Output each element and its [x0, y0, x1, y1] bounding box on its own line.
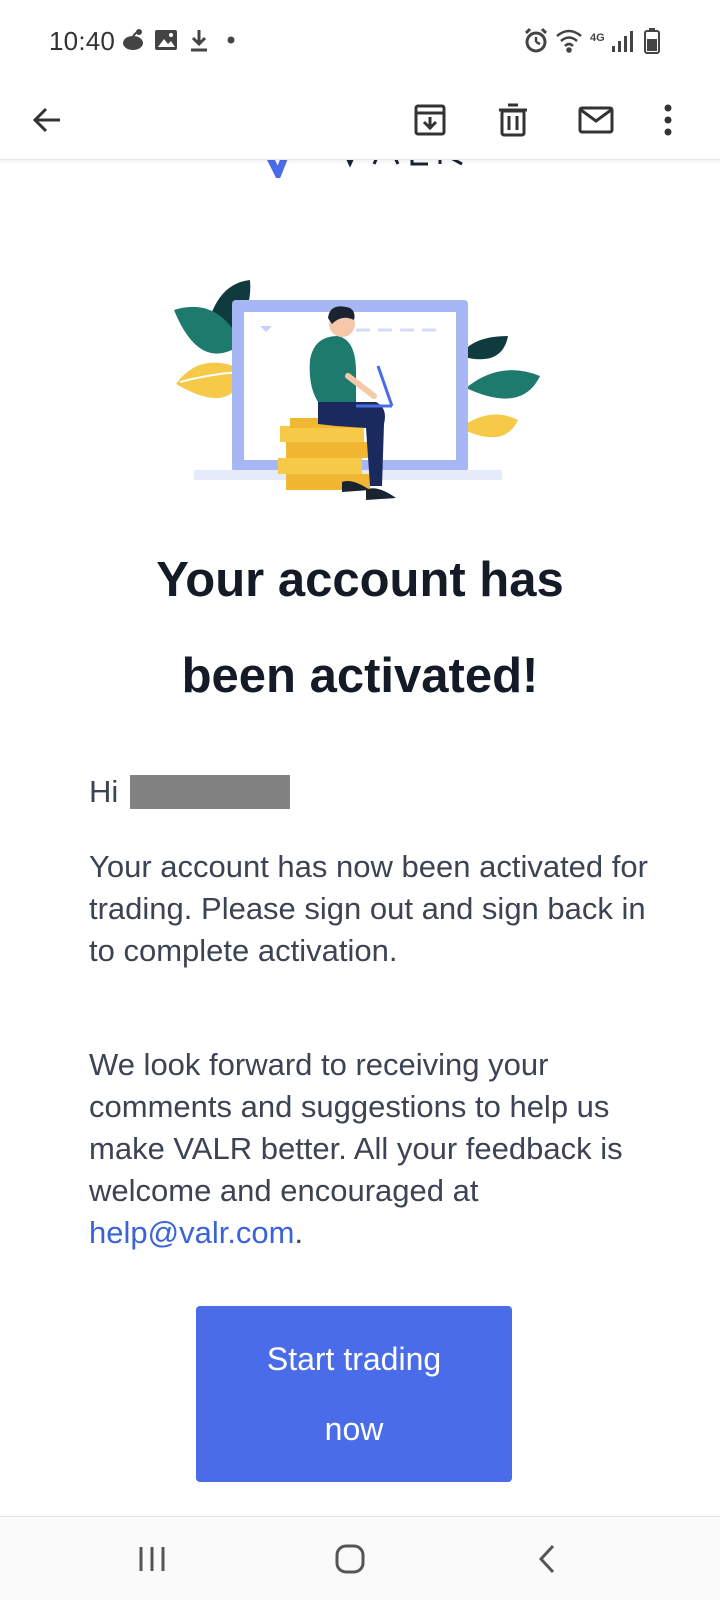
- activation-paragraph: Your account has now been activated for …: [89, 849, 648, 968]
- delete-button[interactable]: [485, 92, 541, 148]
- email-body: Your account has been activated! Hi Your…: [0, 160, 720, 1516]
- greeting: Hi: [89, 774, 291, 810]
- email-headline: Your account has been activated!: [0, 532, 720, 724]
- dot-icon: [227, 36, 235, 44]
- network-4g-icon: 4G: [590, 32, 605, 44]
- more-options-button[interactable]: [640, 92, 696, 148]
- account-activated-illustration: [174, 280, 540, 500]
- feedback-paragraph: We look forward to receiving your commen…: [89, 1044, 649, 1254]
- status-bar: 10:40 4G: [0, 0, 720, 80]
- coins-icon: [278, 418, 370, 490]
- start-trading-button[interactable]: Start trading now: [196, 1306, 512, 1482]
- status-right-icons: 4G: [524, 27, 660, 54]
- cta-label-line-2: now: [324, 1411, 384, 1447]
- feedback-period: .: [294, 1215, 304, 1250]
- email-toolbar: [0, 80, 720, 160]
- home-icon: [335, 1544, 365, 1574]
- more-vert-icon: [664, 104, 672, 136]
- right-leaves-icon: [460, 336, 540, 438]
- valr-logo-icon: [267, 160, 463, 178]
- battery-icon: [644, 28, 660, 54]
- headline-line-2: been activated!: [181, 649, 539, 703]
- signal-icon: [612, 31, 633, 52]
- reddit-icon: [123, 29, 143, 50]
- status-left-icons: [123, 29, 235, 52]
- recents-icon: [139, 1547, 165, 1571]
- home-button[interactable]: [315, 1531, 385, 1587]
- mark-unread-button[interactable]: [568, 92, 624, 148]
- greeting-text: Hi: [89, 774, 119, 809]
- recents-button[interactable]: [117, 1531, 187, 1587]
- archive-icon: [414, 104, 446, 136]
- feedback-text: We look forward to receiving your commen…: [89, 1047, 623, 1208]
- archive-button[interactable]: [402, 92, 458, 148]
- status-time: 10:40: [49, 26, 116, 56]
- cta-label-line-1: Start trading: [266, 1341, 442, 1377]
- redacted-name: [130, 775, 291, 809]
- delete-icon: [499, 103, 527, 137]
- mark-unread-icon: [578, 106, 614, 134]
- system-nav-bar: [0, 1516, 720, 1600]
- wifi-icon: [556, 29, 582, 53]
- back-arrow-icon: [32, 107, 60, 133]
- help-email-link[interactable]: help@valr.com: [89, 1215, 295, 1250]
- back-icon: [538, 1544, 555, 1574]
- image-icon: [155, 30, 177, 50]
- headline-line-1: Your account has: [156, 553, 564, 607]
- download-icon: [191, 30, 207, 52]
- nav-back-button[interactable]: [512, 1531, 582, 1587]
- alarm-icon: [524, 27, 548, 53]
- back-button[interactable]: [19, 92, 75, 148]
